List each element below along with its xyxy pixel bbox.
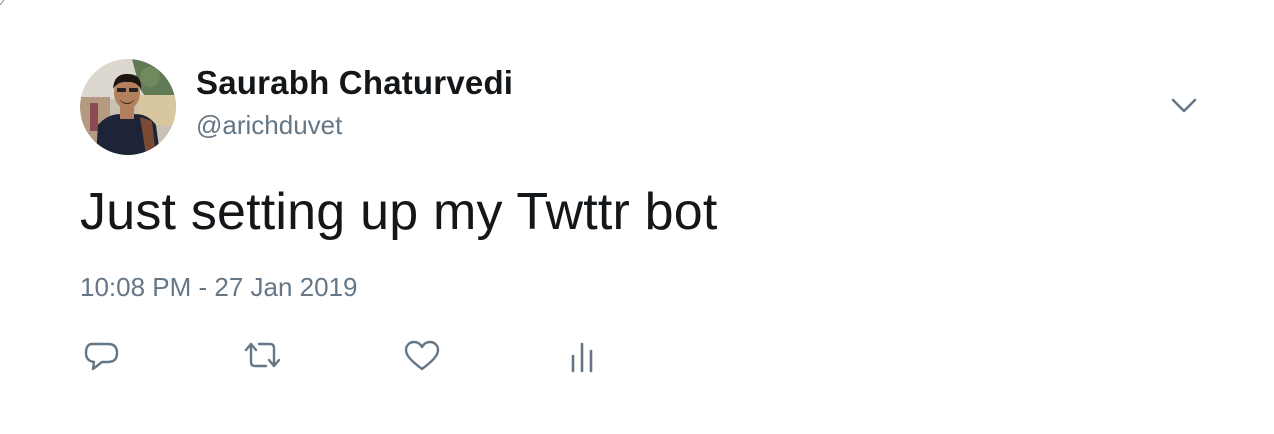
reply-button[interactable] — [80, 336, 124, 376]
heart-icon — [404, 340, 440, 371]
author-display-name[interactable]: Saurabh Chaturvedi — [196, 64, 513, 102]
tweet-menu-button[interactable] — [1166, 90, 1202, 120]
tweet-timestamp[interactable]: 10:08 PM - 27 Jan 2019 — [80, 272, 358, 303]
corner-mark — [0, 0, 5, 6]
bar-chart-icon — [571, 342, 593, 373]
tweet-text: Just setting up my Twttr bot — [80, 183, 718, 241]
retweet-arrows-icon — [244, 342, 281, 368]
avatar[interactable] — [80, 59, 176, 155]
like-button[interactable] — [400, 336, 444, 376]
author-handle[interactable]: @arichduvet — [196, 110, 342, 141]
speech-bubble-icon — [84, 342, 119, 371]
analytics-button[interactable] — [560, 336, 604, 376]
tweet-card: Saurabh Chaturvedi @arichduvet Just sett… — [0, 0, 1274, 434]
retweet-button[interactable] — [240, 336, 284, 376]
chevron-down-icon — [1171, 98, 1197, 113]
